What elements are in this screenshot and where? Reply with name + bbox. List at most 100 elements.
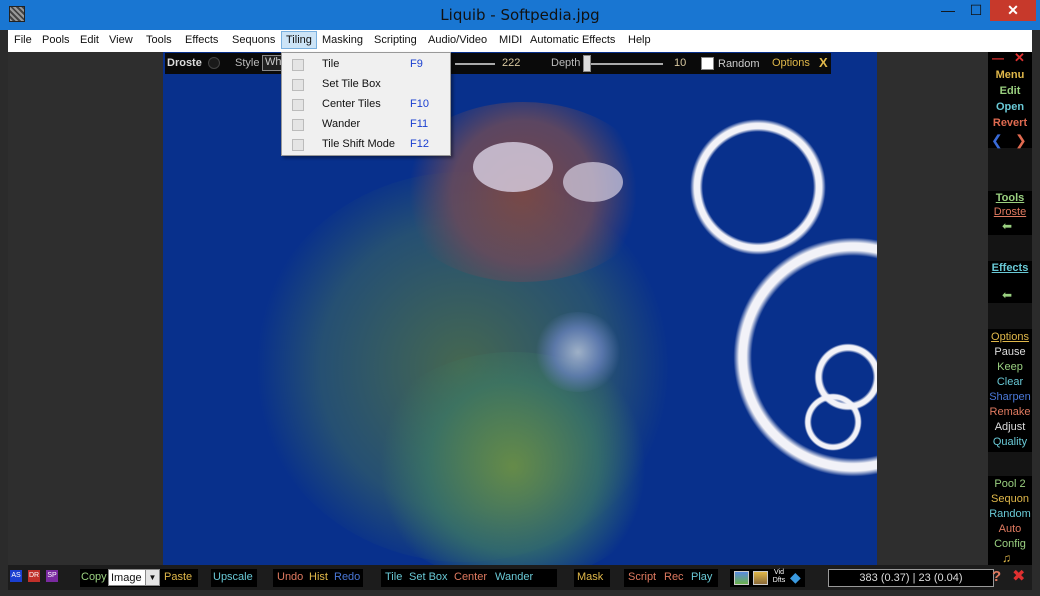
shortcut-label: F9 xyxy=(410,58,423,70)
menu-tiling[interactable]: Tiling xyxy=(281,31,317,49)
menu-help[interactable]: Help xyxy=(626,33,653,47)
tile-checkbox[interactable] xyxy=(292,59,304,71)
chevron-down-icon[interactable]: ▼ xyxy=(145,570,159,585)
tiling-item-tile[interactable]: Tile F9 xyxy=(282,55,450,75)
image-canvas[interactable] xyxy=(163,52,877,565)
revert-button[interactable]: Revert xyxy=(988,117,1032,129)
copy-button[interactable]: Copy xyxy=(81,571,107,583)
music-icon[interactable]: ♫ xyxy=(1002,552,1011,564)
droste-link[interactable]: Droste xyxy=(988,206,1032,218)
undo-button[interactable]: Undo xyxy=(277,571,303,583)
hist-button[interactable]: Hist xyxy=(309,571,328,583)
tiling-item-label: Set Tile Box xyxy=(322,78,381,90)
menu-view[interactable]: View xyxy=(107,33,135,47)
vid-dfts-button[interactable]: Vid Dfts xyxy=(771,569,787,587)
menu-pools[interactable]: Pools xyxy=(40,33,72,47)
back-arrow-icon[interactable]: ⬅ xyxy=(1002,220,1012,232)
sharpen-button[interactable]: Sharpen xyxy=(988,391,1032,403)
close-effect-button[interactable]: X xyxy=(819,55,828,70)
close-panel-icon[interactable]: ✕ xyxy=(1014,51,1028,64)
rec-button[interactable]: Rec xyxy=(664,571,684,583)
minimize-panel-icon[interactable]: — xyxy=(992,52,1006,64)
upscale-button[interactable]: Upscale xyxy=(213,571,253,583)
tiling-item-label: Wander xyxy=(322,118,361,130)
menu-file[interactable]: File xyxy=(12,33,34,47)
menu-scripting[interactable]: Scripting xyxy=(372,33,419,47)
style-select[interactable]: Wh xyxy=(262,55,282,71)
arrow-right-icon[interactable]: ❯ xyxy=(1015,133,1027,147)
config-button[interactable]: Config xyxy=(988,538,1032,550)
tiling-item-wander[interactable]: Wander F11 xyxy=(282,115,450,135)
paste-button[interactable]: Paste xyxy=(164,571,192,583)
menu-automatic-effects[interactable]: Automatic Effects xyxy=(528,33,617,47)
depth-slider-thumb[interactable] xyxy=(583,55,591,72)
window-title: Liquib - Softpedia.jpg xyxy=(440,6,600,24)
image-select[interactable]: Image ▼ xyxy=(108,569,160,586)
wander-checkbox[interactable] xyxy=(292,119,304,131)
right-panel: — ✕ Menu Edit Open Revert ❮ ❯ Tools Dros… xyxy=(988,51,1032,565)
tools-link[interactable]: Tools xyxy=(988,192,1032,204)
script-button[interactable]: Script xyxy=(628,571,656,583)
menu-button[interactable]: Menu xyxy=(988,69,1032,81)
tiling-item-center-tiles[interactable]: Center Tiles F10 xyxy=(282,95,450,115)
effect-indicator-icon xyxy=(208,57,220,69)
tiling-item-set-tile-box[interactable]: Set Tile Box xyxy=(282,75,450,95)
dr-badge[interactable]: DR xyxy=(28,570,40,582)
edit-button[interactable]: Edit xyxy=(988,85,1032,97)
image-select-value: Image xyxy=(111,572,142,584)
sp-badge[interactable]: SP xyxy=(46,570,58,582)
clear-button[interactable]: Clear xyxy=(988,376,1032,388)
maximize-button[interactable]: ☐ xyxy=(962,0,990,21)
open-button[interactable]: Open xyxy=(988,101,1032,113)
sequon-button[interactable]: Sequon xyxy=(988,493,1032,505)
center-button[interactable]: Center xyxy=(454,571,487,583)
help-button[interactable]: ? xyxy=(992,568,1001,585)
center-tiles-checkbox[interactable] xyxy=(292,99,304,111)
arrow-left-icon[interactable]: ❮ xyxy=(991,133,1003,147)
menu-audio-video[interactable]: Audio/Video xyxy=(426,33,489,47)
keep-button[interactable]: Keep xyxy=(988,361,1032,373)
tiling-item-tile-shift-mode[interactable]: Tile Shift Mode F12 xyxy=(282,135,450,155)
tile-shift-mode-checkbox[interactable] xyxy=(292,139,304,151)
set-tile-box-checkbox[interactable] xyxy=(292,79,304,91)
redo-button[interactable]: Redo xyxy=(334,571,360,583)
options-link[interactable]: Options xyxy=(988,331,1032,343)
menu-sequons[interactable]: Sequons xyxy=(230,33,277,47)
film-icon[interactable] xyxy=(753,571,768,585)
tile-button[interactable]: Tile xyxy=(385,571,402,583)
depth-slider-track[interactable] xyxy=(585,63,663,65)
effect-name: Droste xyxy=(167,57,202,69)
as-badge[interactable]: AS xyxy=(10,570,22,582)
exit-icon[interactable]: ✖ xyxy=(1012,568,1025,586)
minimize-button[interactable]: — xyxy=(934,0,962,21)
quality-button[interactable]: Quality xyxy=(988,436,1032,448)
menu-tools[interactable]: Tools xyxy=(144,33,174,47)
wander-button[interactable]: Wander xyxy=(495,571,533,583)
options-link[interactable]: Options xyxy=(772,57,810,69)
set-box-button[interactable]: Set Box xyxy=(409,571,448,583)
pool-button[interactable]: Pool 2 xyxy=(988,478,1032,490)
depth-label: Depth xyxy=(551,57,581,69)
diamond-icon[interactable]: ◆ xyxy=(790,569,801,585)
play-button[interactable]: Play xyxy=(691,571,712,583)
menu-edit[interactable]: Edit xyxy=(78,33,101,47)
random-button[interactable]: Random xyxy=(988,508,1032,520)
menu-masking[interactable]: Masking xyxy=(320,33,365,47)
pause-button[interactable]: Pause xyxy=(988,346,1032,358)
menu-effects[interactable]: Effects xyxy=(183,33,220,47)
remake-button[interactable]: Remake xyxy=(988,406,1032,418)
random-checkbox[interactable] xyxy=(701,57,714,70)
menu-midi[interactable]: MIDI xyxy=(497,33,524,47)
amount-slider-track[interactable] xyxy=(455,63,495,65)
effects-link[interactable]: Effects xyxy=(988,262,1032,274)
picture-icon[interactable] xyxy=(734,571,749,585)
adjust-button[interactable]: Adjust xyxy=(988,421,1032,433)
close-button[interactable]: ✕ xyxy=(990,0,1036,21)
effect-bar: Droste Style Wh 222 Depth 10 Random Opti… xyxy=(165,53,831,74)
back-arrow-icon[interactable]: ⬅ xyxy=(1002,289,1012,301)
mask-button[interactable]: Mask xyxy=(577,571,603,583)
shortcut-label: F10 xyxy=(410,98,429,110)
auto-button[interactable]: Auto xyxy=(988,523,1032,535)
depth-value: 10 xyxy=(674,57,687,69)
shortcut-label: F11 xyxy=(410,118,429,130)
